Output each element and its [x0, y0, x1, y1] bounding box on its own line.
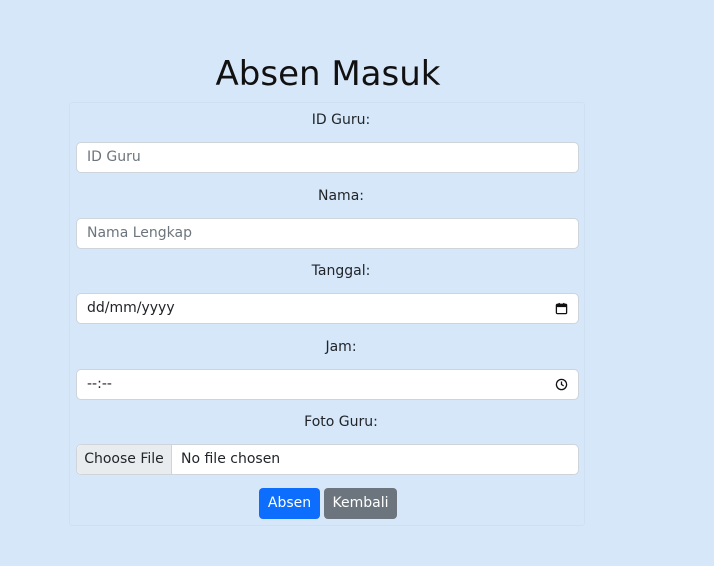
clock-icon[interactable] [555, 378, 568, 391]
jam-input[interactable]: --:-- [76, 369, 579, 400]
page-title: Absen Masuk [215, 54, 441, 94]
nama-placeholder: Nama Lengkap [87, 225, 192, 241]
choose-file-button[interactable]: Choose File [77, 445, 172, 474]
nama-input[interactable]: Nama Lengkap [76, 218, 579, 249]
foto-guru-file-input[interactable]: Choose File No file chosen [76, 444, 579, 475]
id-guru-label: ID Guru: [311, 112, 371, 128]
foto-guru-label: Foto Guru: [304, 414, 378, 430]
nama-label: Nama: [318, 188, 364, 204]
tanggal-value: dd/mm/yyyy [87, 300, 175, 316]
kembali-button[interactable]: Kembali [324, 488, 397, 519]
tanggal-input[interactable]: dd/mm/yyyy [76, 293, 579, 324]
id-guru-input[interactable]: ID Guru [76, 142, 579, 173]
jam-label: Jam: [325, 339, 357, 355]
absen-button[interactable]: Absen [259, 488, 320, 519]
jam-value: --:-- [87, 376, 112, 392]
id-guru-placeholder: ID Guru [87, 149, 141, 165]
calendar-icon[interactable] [555, 302, 568, 315]
tanggal-label: Tanggal: [311, 263, 371, 279]
file-status-text: No file chosen [181, 451, 281, 467]
